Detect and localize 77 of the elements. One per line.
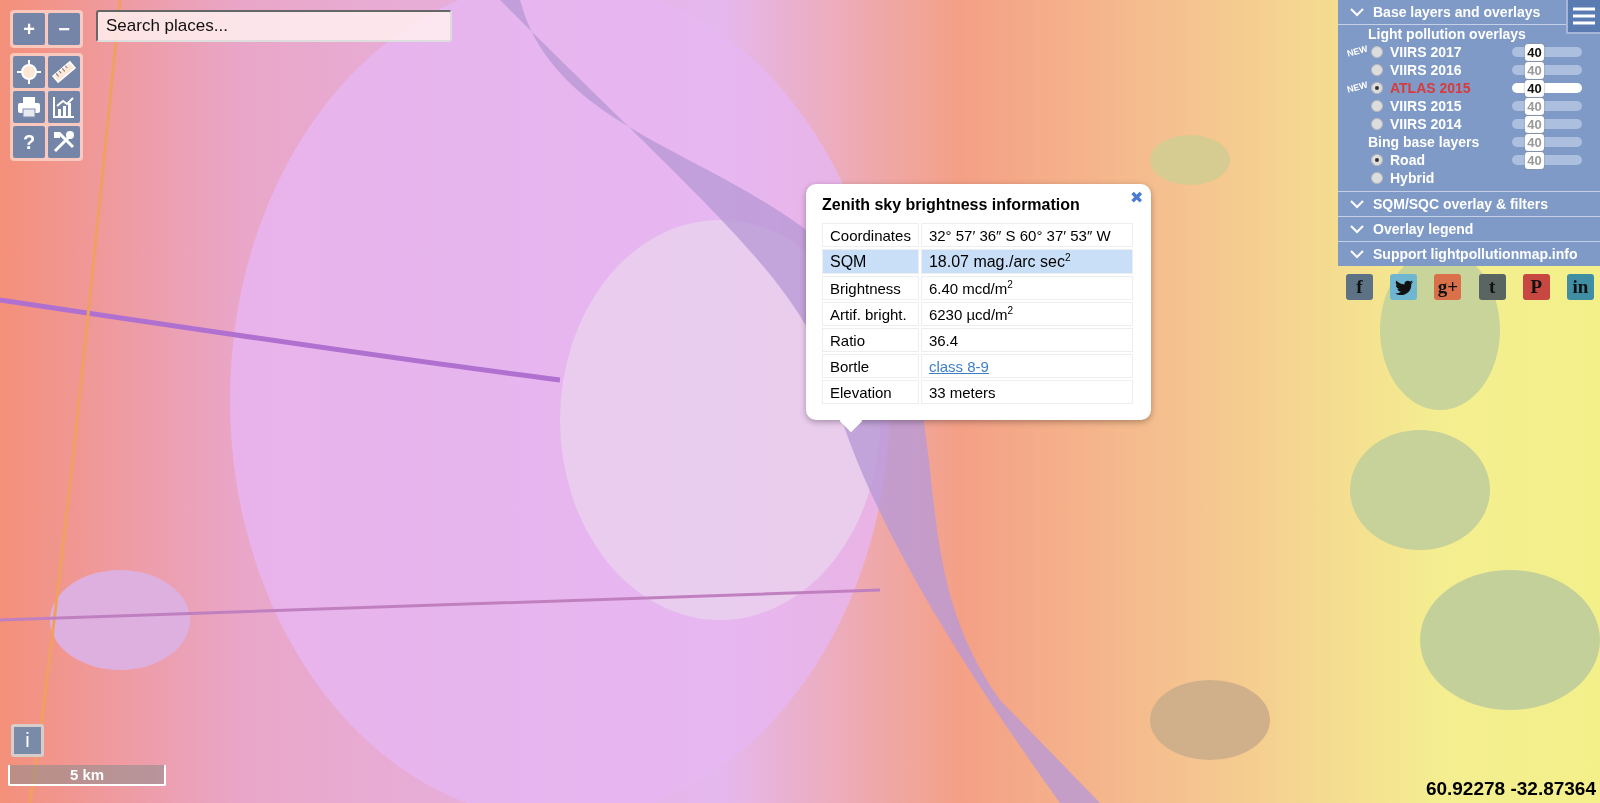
table-cell: Brightness bbox=[822, 276, 919, 301]
bar-chart-button[interactable] bbox=[48, 91, 80, 123]
menu-button[interactable] bbox=[1566, 0, 1600, 34]
layer-label[interactable]: VIIRS 2015 bbox=[1390, 98, 1485, 114]
layer-label[interactable]: VIIRS 2014 bbox=[1390, 116, 1485, 132]
radio-button[interactable] bbox=[1371, 46, 1383, 58]
table-cell: 6230 µcd/m$^{2}$ bbox=[920, 302, 1133, 327]
menu-icon bbox=[1573, 7, 1595, 25]
slider-thumb[interactable]: 40 bbox=[1525, 97, 1544, 115]
radio-button[interactable] bbox=[1371, 100, 1383, 112]
close-button[interactable]: ✖ bbox=[1129, 188, 1143, 207]
ruler-icon bbox=[51, 59, 77, 85]
zoom-out-button[interactable]: − bbox=[48, 13, 80, 45]
chevron-icon bbox=[1350, 199, 1364, 209]
section-title[interactable]: Support lightpollutionmap.info bbox=[1373, 246, 1578, 262]
table-cell: SQM bbox=[822, 249, 919, 275]
radio-button[interactable] bbox=[1371, 82, 1383, 94]
section-title[interactable]: Base layers and overlays bbox=[1373, 4, 1541, 20]
chevron-icon bbox=[1350, 7, 1364, 17]
share-button[interactable]: in bbox=[1566, 274, 1594, 300]
share-button[interactable]: t bbox=[1478, 274, 1506, 300]
printer-icon bbox=[16, 94, 42, 120]
layer-label[interactable]: Hybrid bbox=[1390, 170, 1485, 186]
cursor-coordinates: 60.92278 -32.87364 bbox=[1425, 778, 1596, 800]
group-title: Light pollution overlays bbox=[1367, 25, 1527, 43]
search-field[interactable]: Search places... bbox=[96, 10, 452, 42]
share-button[interactable]: P bbox=[1522, 274, 1550, 300]
slider-thumb[interactable]: 40 bbox=[1525, 151, 1544, 169]
popup-title: Zenith sky brightness information bbox=[822, 196, 1081, 214]
layer-label[interactable]: VIIRS 2016 bbox=[1390, 62, 1485, 78]
radio-button[interactable] bbox=[1371, 64, 1383, 76]
section-header[interactable]: Overlay legend bbox=[1338, 217, 1600, 242]
table-cell: Artif. bright. bbox=[822, 302, 919, 327]
section-title[interactable]: Overlay legend bbox=[1373, 221, 1474, 237]
slider-thumb[interactable]: 40 bbox=[1525, 61, 1544, 79]
zoom-in-button[interactable]: + bbox=[13, 13, 45, 45]
new-label: NEW bbox=[1344, 42, 1370, 61]
tools-button[interactable] bbox=[48, 126, 80, 158]
chevron-icon bbox=[1350, 224, 1364, 234]
table-cell: 36.4 bbox=[920, 328, 1133, 353]
info-button[interactable]: i bbox=[11, 724, 44, 757]
share-button[interactable]: g+ bbox=[1434, 274, 1462, 300]
ruler-button[interactable] bbox=[48, 56, 80, 88]
slider-thumb[interactable]: 40 bbox=[1525, 43, 1544, 61]
crosshair-icon bbox=[16, 59, 42, 85]
section-header[interactable]: Support lightpollutionmap.info bbox=[1338, 242, 1600, 266]
chevron-icon bbox=[1350, 249, 1364, 259]
table-cell: Elevation bbox=[822, 380, 919, 405]
layer-label[interactable]: ATLAS 2015 bbox=[1390, 80, 1485, 96]
layer-label[interactable]: Road bbox=[1390, 152, 1485, 168]
radio-button[interactable] bbox=[1371, 118, 1383, 130]
slider-thumb[interactable]: 40 bbox=[1525, 79, 1544, 97]
slider-thumb[interactable]: 40 bbox=[1525, 133, 1544, 151]
help-button[interactable]: ? bbox=[13, 126, 45, 158]
printer-button[interactable] bbox=[13, 91, 45, 123]
table-cell: Bortle bbox=[822, 354, 919, 379]
table-cell: 6.40 mcd/m$^{2}$ bbox=[920, 276, 1133, 301]
scale-bar: 5 km bbox=[8, 765, 166, 786]
crosshair-button[interactable] bbox=[13, 56, 45, 88]
slider-thumb[interactable]: 40 bbox=[1525, 115, 1544, 133]
bar-chart-icon bbox=[51, 94, 77, 120]
section-title[interactable]: SQM/SQC overlay & filters bbox=[1373, 196, 1549, 212]
radio-button[interactable] bbox=[1371, 172, 1383, 184]
table-cell: 33 meters bbox=[920, 380, 1133, 405]
share-button[interactable]: f bbox=[1346, 274, 1373, 300]
group-title: Bing base layers bbox=[1367, 133, 1480, 151]
tools-icon bbox=[51, 129, 77, 155]
table-cell: Coordinates bbox=[822, 223, 919, 247]
layer-label[interactable]: VIIRS 2017 bbox=[1390, 44, 1485, 60]
share-button[interactable] bbox=[1390, 274, 1418, 300]
table-cell: 18.07 mag./arc sec$^{2}$ bbox=[920, 249, 1133, 275]
table-cell: Ratio bbox=[822, 328, 919, 353]
radio-button[interactable] bbox=[1371, 154, 1383, 166]
bird-icon bbox=[1394, 279, 1413, 295]
new-label: NEW bbox=[1344, 78, 1370, 97]
table-cell: 32° 57′ 36″ S 60° 37′ 53″ W bbox=[920, 223, 1133, 247]
section-header[interactable]: SQM/SQC overlay & filters bbox=[1338, 192, 1600, 217]
